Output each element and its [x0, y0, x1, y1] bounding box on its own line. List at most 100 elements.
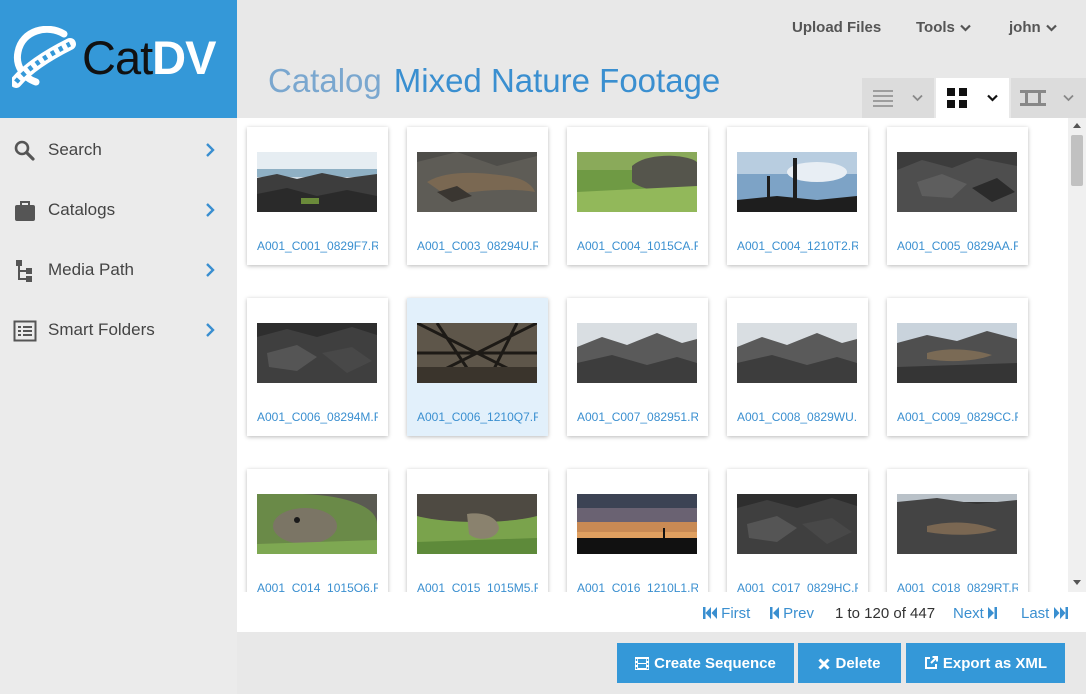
clip-name: A001_C004_1210T2.R: [737, 239, 858, 253]
title-prefix: Catalog: [268, 62, 382, 99]
clip-thumbnail: [417, 152, 537, 212]
action-bar: Create Sequence Delete Export as XML: [237, 632, 1086, 694]
chevron-down-icon: [987, 94, 998, 102]
clip-card[interactable]: A001_C017_0829HC.R: [727, 469, 868, 592]
clip-card[interactable]: A001_C016_1210L1.R: [567, 469, 708, 592]
clip-name: A001_C007_082951.R: [577, 410, 698, 424]
film-icon: [635, 656, 650, 670]
clip-thumbnail: [577, 494, 697, 554]
sidebar-item-search[interactable]: Search: [0, 120, 237, 180]
grid-view-icon: [947, 88, 967, 108]
clip-thumbnail: [897, 323, 1017, 383]
tools-menu[interactable]: Tools: [916, 19, 971, 36]
scroll-down-arrow-icon[interactable]: [1073, 580, 1081, 586]
clip-thumbnail: [897, 152, 1017, 212]
grid-view-button[interactable]: [936, 78, 1009, 118]
chevron-down-icon: [912, 94, 923, 102]
clip-thumbnail: [737, 323, 857, 383]
clip-thumbnail: [897, 494, 1017, 554]
close-icon: [818, 657, 831, 670]
clip-thumbnail: [577, 323, 697, 383]
clip-name: A001_C008_0829WU.R: [737, 410, 858, 424]
clip-thumbnail: [417, 323, 537, 383]
clip-card[interactable]: A001_C001_0829F7.R: [247, 127, 388, 265]
chevron-down-icon: [1045, 24, 1057, 32]
view-mode-toggles: [862, 78, 1086, 118]
clip-card[interactable]: A001_C006_08294M.R: [247, 298, 388, 436]
export-xml-button[interactable]: Export as XML: [906, 643, 1065, 683]
page-title: Catalog Mixed Nature Footage: [268, 62, 720, 100]
top-bar: Upload Files Tools john Catalog Mixed Nat…: [237, 0, 1086, 118]
clip-thumbnail: [257, 323, 377, 383]
next-page-icon: [988, 607, 998, 619]
clip-name: A001_C016_1210L1.R: [577, 581, 698, 592]
sidebar-item-label: Catalogs: [48, 200, 116, 219]
clip-name: A001_C014_1015O6.R: [257, 581, 378, 592]
first-page-icon: [703, 607, 717, 619]
upload-files-link[interactable]: Upload Files: [792, 19, 881, 36]
clip-browser: A001_C001_0829F7.R A001_C003_08294U.R A001…: [237, 118, 1086, 632]
clip-card[interactable]: A001_C015_1015M5.R: [407, 469, 548, 592]
media-path-icon: [16, 260, 32, 282]
catalog-name: Mixed Nature Footage: [393, 62, 721, 99]
first-page-link[interactable]: First: [703, 605, 750, 622]
clip-thumbnail: [737, 494, 857, 554]
clip-name: A001_C004_1015CA.R: [577, 239, 698, 253]
list-view-button[interactable]: [862, 78, 934, 118]
clip-card[interactable]: A001_C014_1015O6.R: [247, 469, 388, 592]
sidebar: CatDV Search Catalogs Media Path Smart F…: [0, 0, 237, 694]
clip-card[interactable]: A001_C006_1210Q7.R: [407, 298, 548, 436]
user-menu[interactable]: john: [1009, 19, 1057, 36]
scrollbar[interactable]: [1068, 118, 1086, 592]
clip-name: A001_C015_1015M5.R: [417, 581, 538, 592]
smart-folders-icon: [13, 320, 37, 342]
clip-thumbnail: [417, 494, 537, 554]
clip-card[interactable]: A001_C018_0829RT.R: [887, 469, 1028, 592]
clip-name: A001_C006_1210Q7.R: [417, 410, 538, 424]
chevron-right-icon: [206, 323, 215, 337]
search-icon: [14, 140, 35, 161]
filmstrip-view-icon: [1020, 90, 1046, 106]
chevron-right-icon: [206, 263, 215, 277]
clip-card[interactable]: A001_C007_082951.R: [567, 298, 708, 436]
chevron-right-icon: [206, 203, 215, 217]
clip-thumbnail: [257, 494, 377, 554]
sidebar-item-label: Media Path: [48, 260, 134, 279]
filmstrip-view-button[interactable]: [1011, 78, 1086, 118]
clip-card[interactable]: A001_C004_1015CA.R: [567, 127, 708, 265]
scroll-thumb[interactable]: [1071, 135, 1083, 186]
clip-card[interactable]: A001_C009_0829CC.R: [887, 298, 1028, 436]
last-page-icon: [1053, 607, 1068, 619]
logo[interactable]: CatDV: [0, 0, 237, 118]
catalogs-icon: [15, 201, 35, 221]
clip-card[interactable]: A001_C004_1210T2.R: [727, 127, 868, 265]
clip-name: A001_C018_0829RT.R: [897, 581, 1018, 592]
clip-card[interactable]: A001_C003_08294U.R: [407, 127, 548, 265]
sidebar-item-media-path[interactable]: Media Path: [0, 240, 237, 300]
delete-button[interactable]: Delete: [798, 643, 901, 683]
page-range: 1 to 120 of 447: [835, 605, 936, 622]
tools-label: Tools: [916, 19, 955, 36]
chevron-right-icon: [206, 143, 215, 157]
clip-name: A001_C001_0829F7.R: [257, 239, 378, 253]
user-label: john: [1009, 19, 1041, 36]
clip-thumbnail: [737, 152, 857, 212]
chevron-down-icon: [960, 24, 971, 32]
scroll-up-arrow-icon[interactable]: [1073, 122, 1081, 128]
list-view-icon: [873, 90, 893, 107]
export-icon: [924, 655, 938, 669]
clip-name: A001_C005_0829AA.R: [897, 239, 1018, 253]
create-sequence-button[interactable]: Create Sequence: [617, 643, 794, 683]
prev-page-link[interactable]: Prev: [770, 605, 814, 622]
logo-text: CatDV: [82, 31, 216, 84]
sidebar-item-catalogs[interactable]: Catalogs: [0, 180, 237, 240]
clip-card[interactable]: A001_C008_0829WU.R: [727, 298, 868, 436]
sidebar-item-smart-folders[interactable]: Smart Folders: [0, 300, 237, 360]
clip-name: A001_C009_0829CC.R: [897, 410, 1018, 424]
clip-card[interactable]: A001_C005_0829AA.R: [887, 127, 1028, 265]
pagination: First Prev 1 to 120 of 447 Next Last: [237, 592, 1086, 632]
sidebar-item-label: Search: [48, 140, 102, 159]
last-page-link[interactable]: Last: [1021, 605, 1068, 622]
next-page-link[interactable]: Next: [953, 605, 998, 622]
clip-name: A001_C017_0829HC.R: [737, 581, 858, 592]
